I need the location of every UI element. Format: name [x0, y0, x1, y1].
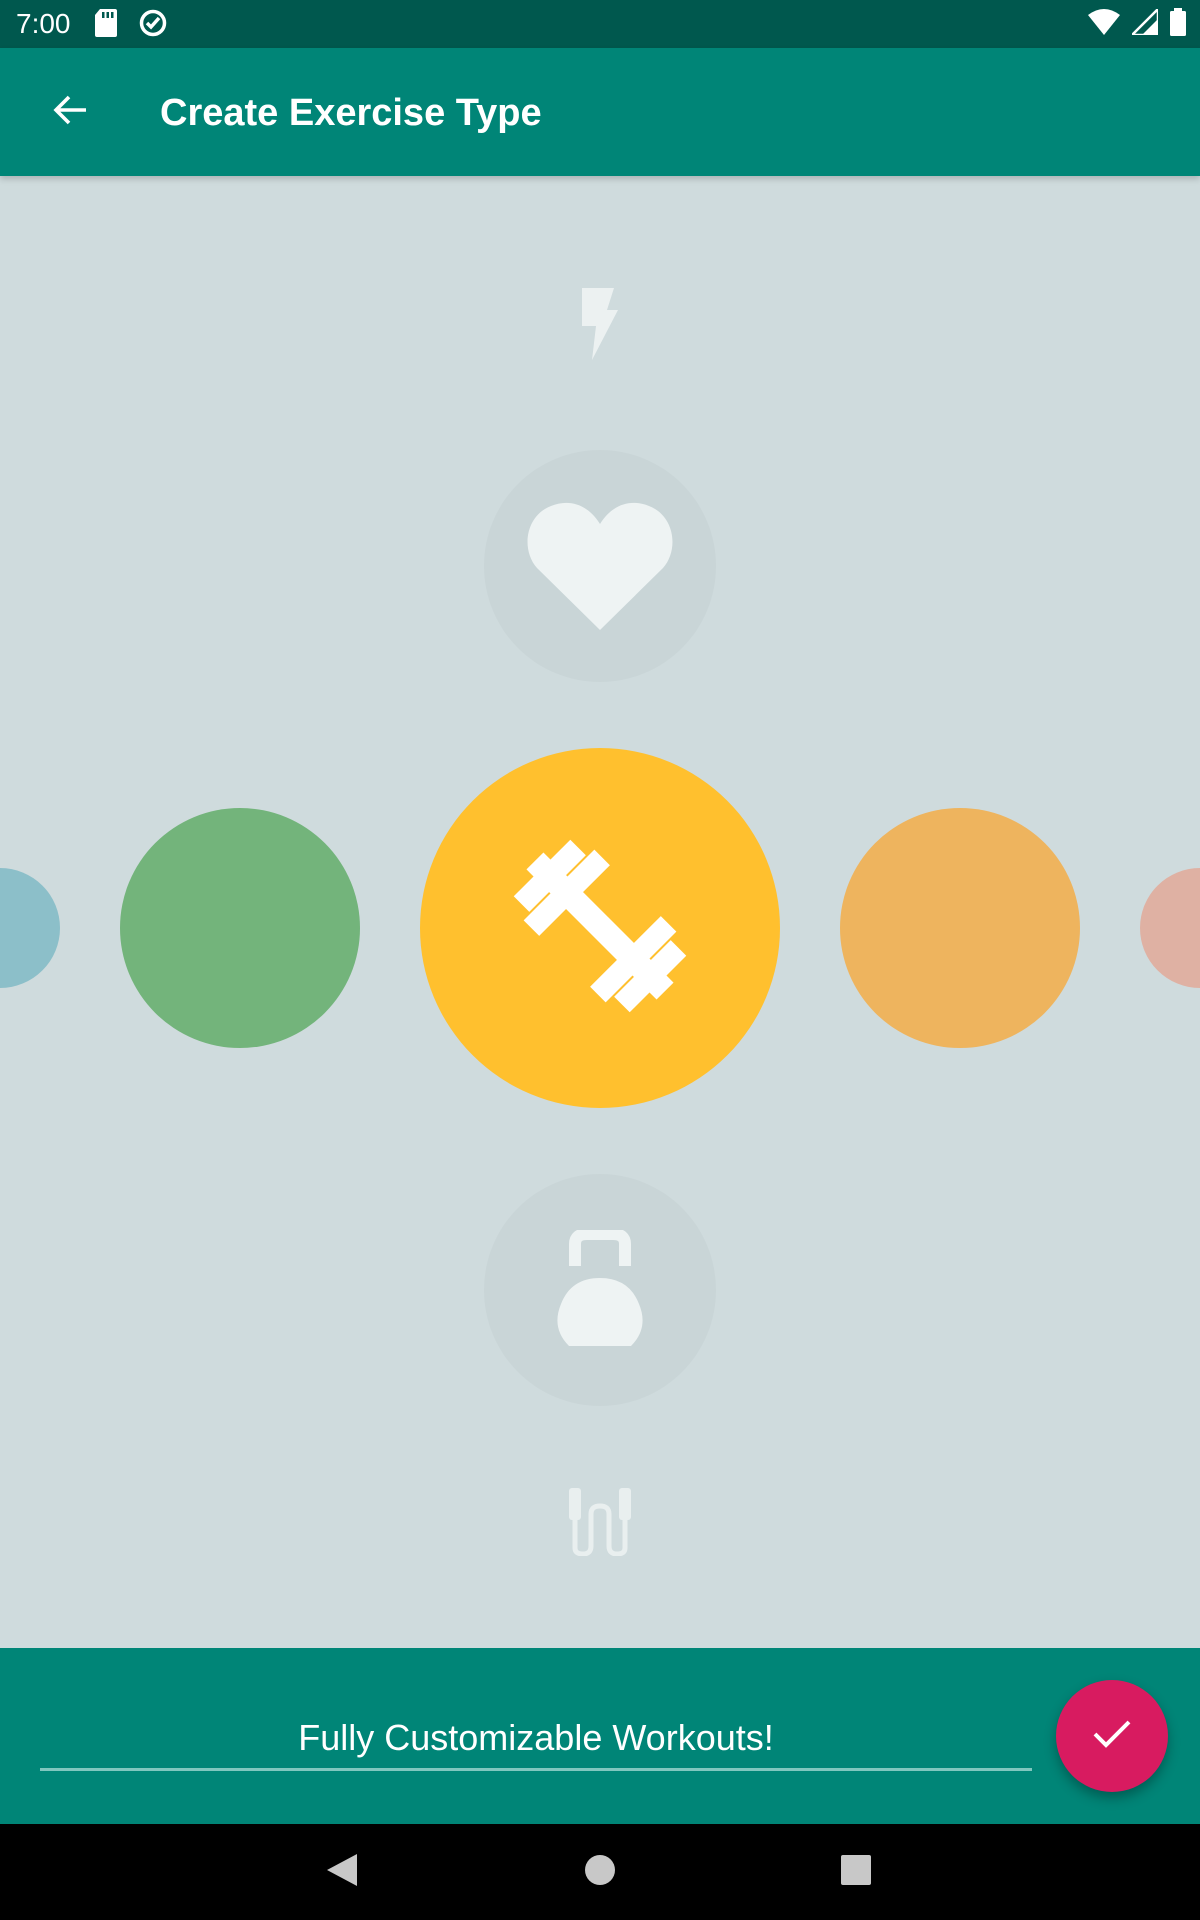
icon-option-heart[interactable] [484, 450, 716, 682]
wifi-icon [1088, 9, 1120, 40]
icon-option-lightning[interactable] [560, 286, 640, 366]
nav-recents-icon [840, 1854, 872, 1891]
sync-icon [138, 8, 168, 43]
lightning-icon [578, 287, 622, 365]
nav-home-button[interactable] [572, 1844, 628, 1900]
status-time: 7:00 [16, 8, 71, 39]
nav-back-button[interactable] [314, 1844, 370, 1900]
sd-card-icon [94, 8, 118, 43]
status-icons-right [1088, 5, 1186, 41]
nav-back-icon [325, 1852, 359, 1893]
icon-option-kettlebell[interactable] [484, 1174, 716, 1406]
status-icons-left [94, 8, 168, 43]
status-bar: 7:00 [0, 0, 1200, 48]
color-option-green[interactable] [120, 808, 360, 1048]
color-option-orange[interactable] [840, 808, 1080, 1048]
icon-option-jump-rope[interactable] [560, 1484, 640, 1564]
exercise-name-field[interactable]: Fully Customizable Workouts! [40, 1708, 1032, 1771]
battery-icon [1170, 8, 1186, 41]
nav-recents-button[interactable] [828, 1844, 884, 1900]
color-option-peach[interactable] [1140, 868, 1200, 988]
confirm-button[interactable] [1056, 1680, 1168, 1792]
selected-exercise-icon[interactable] [420, 748, 780, 1108]
app-bar: Create Exercise Type [0, 48, 1200, 176]
page-title: Create Exercise Type [160, 92, 542, 134]
system-nav-bar [0, 1824, 1200, 1920]
back-button[interactable] [38, 80, 102, 144]
arrow-back-icon [52, 92, 88, 133]
bottom-bar: Fully Customizable Workouts! [0, 1648, 1200, 1824]
check-icon [1092, 1718, 1132, 1755]
dumbbell-icon [490, 816, 710, 1041]
color-option-blue[interactable] [0, 868, 60, 988]
kettlebell-icon [555, 1227, 645, 1351]
heart-icon [527, 498, 673, 635]
nav-home-icon [584, 1854, 616, 1891]
exercise-type-picker [0, 176, 1200, 1648]
exercise-name-value: Fully Customizable Workouts! [298, 1717, 774, 1758]
signal-icon [1128, 5, 1160, 40]
jump-rope-icon [567, 1487, 633, 1561]
